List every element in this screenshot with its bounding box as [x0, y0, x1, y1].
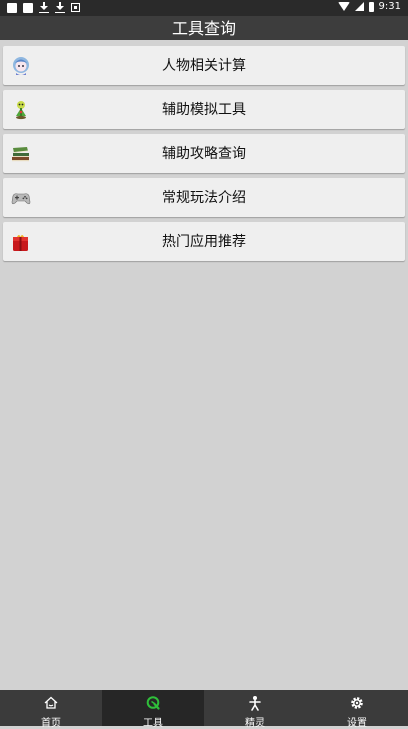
menu-item-character-calc[interactable]: 人物相关计算 [3, 46, 405, 85]
signal-icon [354, 2, 364, 11]
notification-box-icon [71, 3, 80, 12]
battery-icon [368, 1, 374, 12]
tab-settings-label: 设置 [347, 718, 367, 729]
clock: 9:31 [378, 1, 401, 12]
home-icon [44, 696, 58, 709]
menu-item-label: 辅助攻略查询 [162, 146, 246, 162]
menu-item-label: 辅助模拟工具 [162, 102, 246, 118]
menu-item-label: 热门应用推荐 [162, 234, 246, 250]
tab-sprites-label: 精灵 [245, 718, 265, 729]
menu-item-hot-apps[interactable]: 热门应用推荐 [3, 222, 405, 261]
system-indicators: 9:31 [337, 1, 401, 12]
notification-app-icon [23, 2, 33, 13]
download-icon [39, 2, 49, 13]
tab-tools-label: 工具 [143, 718, 163, 729]
notification-icons [7, 2, 80, 13]
wifi-icon [337, 2, 350, 11]
tab-home-label: 首页 [41, 718, 61, 729]
download-icon [55, 2, 65, 13]
status-bar: 9:31 [0, 0, 408, 16]
menu-item-label: 人物相关计算 [162, 58, 246, 74]
tab-settings[interactable]: 设置 [306, 690, 408, 729]
gear-icon [351, 697, 363, 709]
sprite-figure-icon [249, 696, 261, 711]
tool-q-icon [146, 696, 160, 710]
tab-tools[interactable]: 工具 [102, 690, 204, 729]
notification-app-icon [7, 2, 17, 13]
menu-item-strategy-query[interactable]: 辅助攻略查询 [3, 134, 405, 173]
menu-item-simulation-tool[interactable]: 辅助模拟工具 [3, 90, 405, 129]
tab-sprites[interactable]: 精灵 [204, 690, 306, 729]
tool-menu-list: 人物相关计算 辅助模拟工具 辅助攻略查询 常规玩法介绍 热门应用推荐 [3, 46, 405, 266]
bottom-navigation: 首页 工具 精灵 设置 [0, 690, 408, 729]
tab-home[interactable]: 首页 [0, 690, 102, 729]
menu-item-label: 常规玩法介绍 [162, 190, 246, 206]
page-title: 工具查询 [0, 16, 408, 40]
menu-item-gameplay-intro[interactable]: 常规玩法介绍 [3, 178, 405, 217]
